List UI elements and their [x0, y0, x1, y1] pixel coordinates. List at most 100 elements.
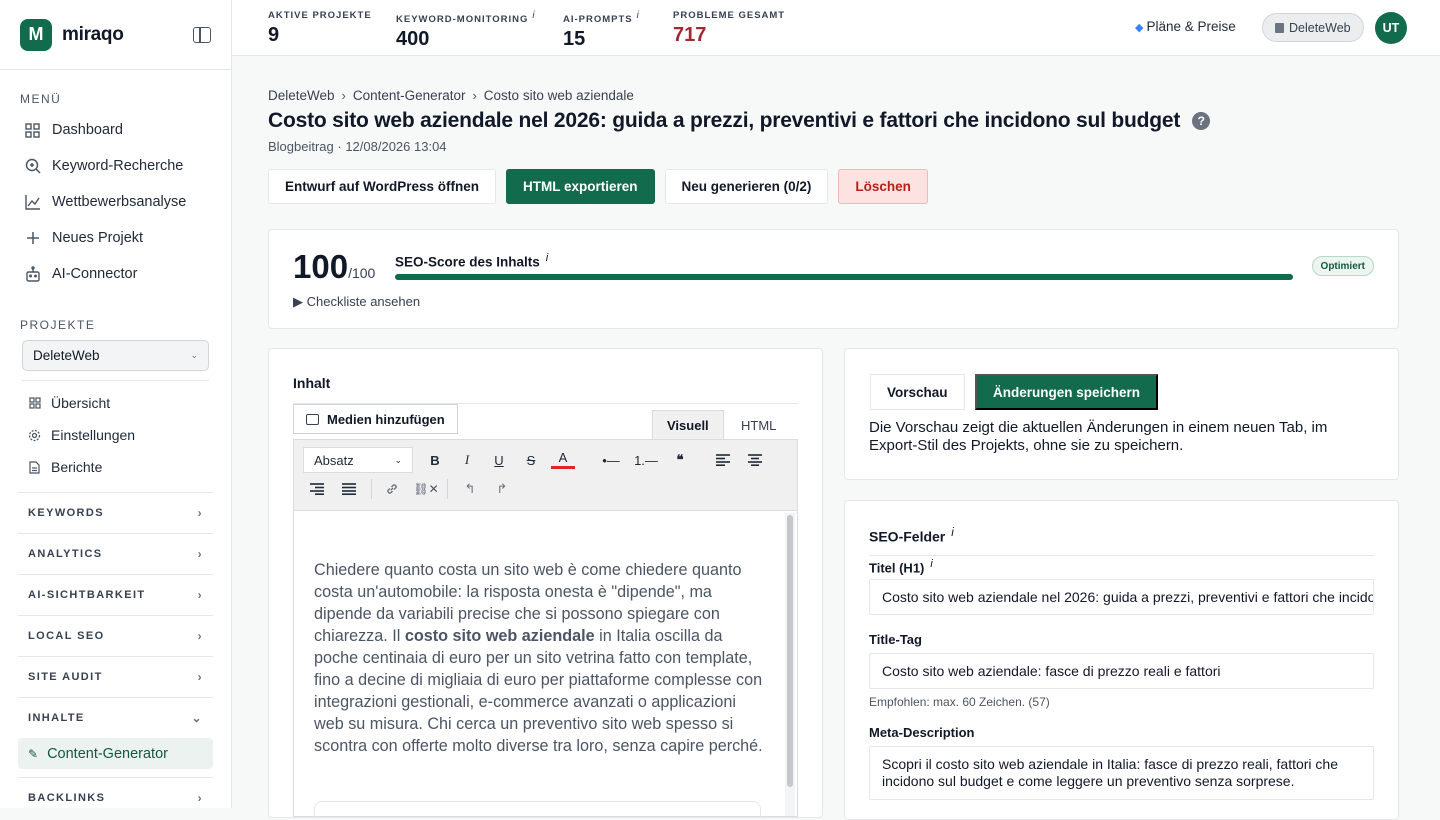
- nav-item-neues-projekt[interactable]: Neues Projekt: [0, 220, 231, 256]
- meta-description-label: Meta-Description: [869, 725, 975, 740]
- chevron-down-icon: ⌄: [190, 350, 198, 360]
- breadcrumb-current: Costo sito web aziendale: [483, 88, 634, 103]
- stat-ai-prompts: AI-PROMPTS i 15: [563, 10, 640, 51]
- checklist-toggle[interactable]: ▶ Checkliste ansehen: [293, 294, 420, 310]
- seo-score-card: 100/100 SEO-Score des Inhalts i Optimiert…: [268, 229, 1399, 329]
- open-wordpress-button[interactable]: Entwurf auf WordPress öffnen: [268, 169, 497, 204]
- group-site-audit[interactable]: SITE AUDIT ›: [18, 656, 213, 697]
- chevron-right-icon: ›: [197, 629, 203, 643]
- document-icon: [28, 460, 41, 474]
- editor-scrollbar-thumb[interactable]: [787, 515, 793, 787]
- info-icon[interactable]: i: [951, 526, 954, 539]
- sidebar-toggle-icon[interactable]: [193, 26, 211, 43]
- text-color-icon[interactable]: A: [551, 448, 575, 469]
- preview-button[interactable]: Vorschau: [870, 374, 965, 410]
- breadcrumb-item[interactable]: Content-Generator: [353, 88, 466, 103]
- info-icon[interactable]: i: [546, 252, 549, 264]
- toolbar-divider: [371, 479, 372, 499]
- link-icon[interactable]: [380, 477, 404, 501]
- content-editor-card: Inhalt Medien hinzufügen Visuell HTML Ab…: [268, 348, 823, 818]
- stat-keyword-monitoring: KEYWORD-MONITORING i 400: [396, 10, 536, 51]
- breadcrumb: DeleteWeb › Content-Generator › Costo si…: [268, 88, 1399, 103]
- info-icon[interactable]: i: [637, 10, 640, 21]
- project-pill[interactable]: DeleteWeb: [1262, 13, 1364, 42]
- chevron-down-icon: ⌄: [394, 454, 402, 465]
- align-left-icon[interactable]: [711, 448, 735, 472]
- project-select-value: DeleteWeb: [33, 348, 100, 363]
- group-ai-sichtbarkeit[interactable]: AI-SICHTBARKEIT ›: [18, 574, 213, 615]
- nav-item-keyword-recherche[interactable]: Keyword-Recherche: [0, 148, 231, 184]
- stat-label: AI-PROMPTS i: [563, 10, 640, 26]
- unlink-icon[interactable]: ⛓✕: [412, 477, 440, 501]
- project-item-einstellungen[interactable]: Einstellungen: [0, 419, 231, 451]
- bold-icon[interactable]: B: [423, 448, 447, 472]
- seo-fields-card: SEO-Felder i Titel (H1) i Costo sito web a…: [844, 500, 1399, 820]
- chart-line-icon: [24, 194, 41, 211]
- blockquote-icon[interactable]: ❝: [668, 448, 692, 472]
- group-backlinks[interactable]: BACKLINKS ›: [18, 777, 213, 818]
- undo-icon[interactable]: ↰: [458, 477, 482, 501]
- group-analytics[interactable]: ANALYTICS ›: [18, 533, 213, 574]
- plans-link[interactable]: ◆ Pläne & Preise: [1135, 19, 1236, 34]
- project-item-label: Einstellungen: [51, 427, 136, 443]
- pencil-icon: ✎: [28, 746, 39, 761]
- nav-item-content-generator[interactable]: ✎ Content-Generator: [18, 738, 213, 769]
- project-item-uebersicht[interactable]: Übersicht: [0, 387, 231, 419]
- editor-content-area[interactable]: Chiedere quanto costa un sito web è come…: [293, 511, 798, 817]
- meta-description-input[interactable]: Scopri il costo sito web aziendale in It…: [869, 746, 1374, 800]
- redo-icon[interactable]: ↱: [490, 477, 514, 501]
- group-label: KEYWORDS: [28, 507, 104, 519]
- delete-button[interactable]: Löschen: [838, 169, 928, 204]
- stat-value: 15: [563, 28, 586, 51]
- tab-visual[interactable]: Visuell: [652, 410, 724, 440]
- next-block: [314, 801, 761, 817]
- bullet-list-icon[interactable]: •—: [596, 448, 626, 472]
- chevron-down-icon: ⌄: [191, 711, 203, 725]
- chevron-right-icon: ›: [341, 88, 346, 103]
- projects-label: PROJEKTE: [20, 318, 96, 332]
- nav-label: Dashboard: [52, 122, 123, 138]
- gear-icon: [28, 429, 41, 442]
- underline-icon[interactable]: U: [487, 448, 511, 472]
- h1-input[interactable]: Costo sito web aziendale nel 2026: guida…: [869, 579, 1374, 615]
- stat-value: 9: [268, 24, 280, 46]
- regenerate-button[interactable]: Neu generieren (0/2): [664, 169, 829, 204]
- align-center-icon[interactable]: [743, 448, 767, 472]
- project-select[interactable]: DeleteWeb ⌄: [22, 340, 209, 371]
- add-media-button[interactable]: Medien hinzufügen: [293, 404, 458, 434]
- group-local-seo[interactable]: LOCAL SEO ›: [18, 615, 213, 656]
- brand-name[interactable]: miraqo: [62, 24, 124, 46]
- format-select[interactable]: Absatz ⌄: [303, 447, 413, 473]
- info-icon[interactable]: i: [930, 558, 932, 570]
- group-keywords[interactable]: KEYWORDS ›: [18, 492, 213, 533]
- breadcrumb-item[interactable]: DeleteWeb: [268, 88, 335, 103]
- avatar[interactable]: UT: [1375, 12, 1407, 44]
- info-icon[interactable]: i: [532, 10, 535, 21]
- align-justify-icon[interactable]: [337, 477, 361, 501]
- stat-value: 400: [396, 28, 430, 51]
- group-inhalte[interactable]: INHALTE ⌄: [18, 697, 213, 738]
- strikethrough-icon[interactable]: S: [519, 448, 543, 472]
- tab-html[interactable]: HTML: [727, 410, 790, 440]
- stat-probleme-gesamt: PROBLEME GESAMT 717: [673, 10, 785, 47]
- nav-item-wettbewerbsanalyse[interactable]: Wettbewerbsanalyse: [0, 184, 231, 220]
- nav-item-dashboard[interactable]: Dashboard: [0, 112, 231, 148]
- italic-icon[interactable]: I: [455, 448, 479, 472]
- project-item-label: Übersicht: [51, 395, 111, 411]
- numbered-list-icon[interactable]: 1.—: [631, 448, 661, 472]
- align-right-icon[interactable]: [305, 477, 329, 501]
- chevron-right-icon: ›: [197, 670, 203, 684]
- help-icon[interactable]: ?: [1192, 112, 1211, 130]
- export-html-button[interactable]: HTML exportieren: [506, 169, 655, 204]
- action-bar: Entwurf auf WordPress öffnen HTML export…: [268, 169, 1399, 204]
- nav-item-ai-connector[interactable]: AI-Connector: [0, 256, 231, 292]
- group-label: INHALTE: [28, 712, 85, 724]
- nav-label: Neues Projekt: [52, 230, 144, 246]
- title-tag-input[interactable]: Costo sito web aziendale: fasce di prezz…: [869, 653, 1374, 689]
- editor-paragraph[interactable]: Chiedere quanto costa un sito web è come…: [314, 559, 764, 757]
- project-item-berichte[interactable]: Berichte: [0, 451, 231, 483]
- divider: [869, 555, 1374, 556]
- save-changes-button[interactable]: Änderungen speichern: [975, 374, 1159, 410]
- logo-icon[interactable]: M: [20, 18, 52, 51]
- top-bar: AKTIVE PROJEKTE 9 KEYWORD-MONITORING i 40…: [232, 0, 1440, 56]
